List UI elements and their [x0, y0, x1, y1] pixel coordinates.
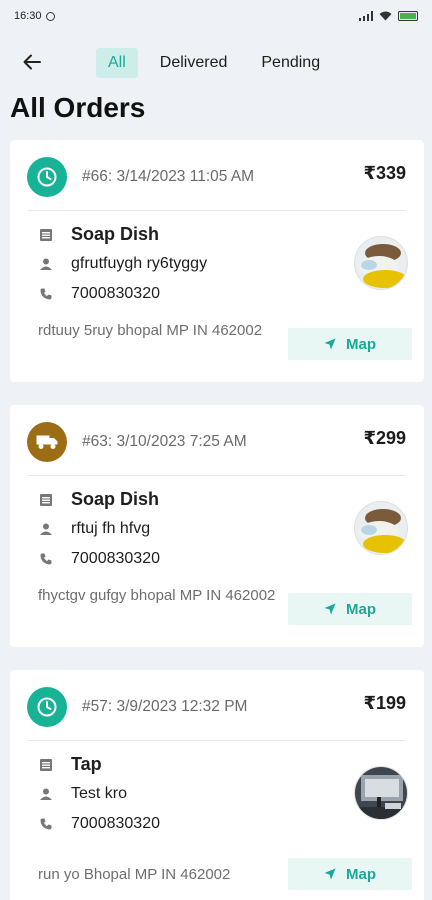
navigation-arrow-icon: [324, 603, 336, 615]
tab-all[interactable]: All: [96, 48, 138, 78]
map-button[interactable]: Map: [288, 858, 412, 890]
map-button[interactable]: Map: [288, 328, 412, 360]
map-button-label: Map: [346, 865, 376, 883]
phone-icon: [38, 286, 54, 302]
product-thumbnail: [354, 766, 408, 820]
phone-row: 7000830320: [38, 815, 160, 833]
map-button-label: Map: [346, 600, 376, 618]
truck-icon: [36, 435, 58, 449]
customer-row: gfrutfuygh ry6tyggy: [38, 255, 207, 273]
navigation-arrow-icon: [324, 868, 336, 880]
status-time: 16:30: [14, 10, 42, 22]
navigation-arrow-icon: [324, 338, 336, 350]
wifi-icon: [379, 11, 392, 21]
divider: [28, 210, 406, 211]
customer-row: Test kro: [38, 785, 127, 803]
person-icon: [38, 256, 54, 272]
customer-phone[interactable]: 7000830320: [71, 550, 160, 568]
divider: [28, 740, 406, 741]
top-bar: All Delivered Pending: [0, 32, 432, 92]
filter-tabs: All Delivered Pending: [96, 48, 332, 78]
product-row: Soap Dish: [38, 224, 159, 245]
signal-icon: [359, 11, 373, 21]
product-name: Soap Dish: [71, 224, 160, 244]
order-header: #63: 3/10/2023 7:25 AM ₹299: [10, 405, 424, 477]
phone-icon: [38, 551, 54, 567]
customer-name: Test kro: [71, 785, 128, 802]
map-button[interactable]: Map: [288, 593, 412, 625]
divider: [28, 475, 406, 476]
arrow-left-icon: [23, 54, 41, 70]
order-price: ₹199: [363, 693, 406, 713]
delivery-address: fhyctgv gufgy bhopal MP IN 462002: [38, 587, 276, 604]
list-icon: [38, 227, 54, 243]
order-status-badge: [27, 687, 67, 727]
list-icon: [38, 757, 54, 773]
order-card[interactable]: #66: 3/14/2023 11:05 AM ₹339 Soap Dish g…: [10, 140, 424, 382]
order-card[interactable]: #57: 3/9/2023 12:32 PM ₹199 Tap Test kro…: [10, 670, 424, 900]
clock-icon: [37, 697, 57, 717]
phone-row: 7000830320: [38, 285, 160, 303]
order-header: #66: 3/14/2023 11:05 AM ₹339: [10, 140, 424, 212]
product-name: Soap Dish: [71, 489, 160, 509]
order-header: #57: 3/9/2023 12:32 PM ₹199: [10, 670, 424, 742]
order-id-date: #57: 3/9/2023 12:32 PM: [82, 698, 248, 715]
map-button-label: Map: [346, 335, 376, 353]
clock-icon: [37, 167, 57, 187]
order-card[interactable]: #63: 3/10/2023 7:25 AM ₹299 Soap Dish rf…: [10, 405, 424, 647]
product-thumbnail: [354, 501, 408, 555]
phone-icon: [38, 816, 54, 832]
order-status-badge: [27, 157, 67, 197]
order-id-date: #63: 3/10/2023 7:25 AM: [82, 433, 247, 450]
order-id-date: #66: 3/14/2023 11:05 AM: [82, 168, 255, 185]
product-name: Tap: [71, 754, 102, 774]
page-title: All Orders: [10, 92, 146, 123]
back-button[interactable]: [18, 48, 46, 76]
person-icon: [38, 786, 54, 802]
battery-icon: [398, 11, 418, 21]
tab-delivered[interactable]: Delivered: [148, 48, 240, 78]
tab-pending[interactable]: Pending: [249, 48, 332, 78]
list-icon: [38, 492, 54, 508]
order-status-badge: [27, 422, 67, 462]
status-bar: 16:30: [0, 0, 432, 32]
customer-name: rftuj fh hfvg: [71, 520, 151, 537]
delivery-address: run yo Bhopal MP IN 462002: [38, 866, 231, 883]
order-price: ₹339: [363, 163, 406, 183]
product-row: Soap Dish: [38, 489, 159, 510]
delivery-address: rdtuuy 5ruy bhopal MP IN 462002: [38, 322, 263, 339]
customer-phone[interactable]: 7000830320: [71, 285, 160, 303]
notification-icon: [45, 11, 55, 21]
order-price: ₹299: [363, 428, 406, 448]
customer-row: rftuj fh hfvg: [38, 520, 150, 538]
customer-name: gfrutfuygh ry6tyggy: [71, 255, 208, 272]
person-icon: [38, 521, 54, 537]
product-row: Tap: [38, 754, 102, 775]
phone-row: 7000830320: [38, 550, 160, 568]
customer-phone[interactable]: 7000830320: [71, 815, 160, 833]
product-thumbnail: [354, 236, 408, 290]
